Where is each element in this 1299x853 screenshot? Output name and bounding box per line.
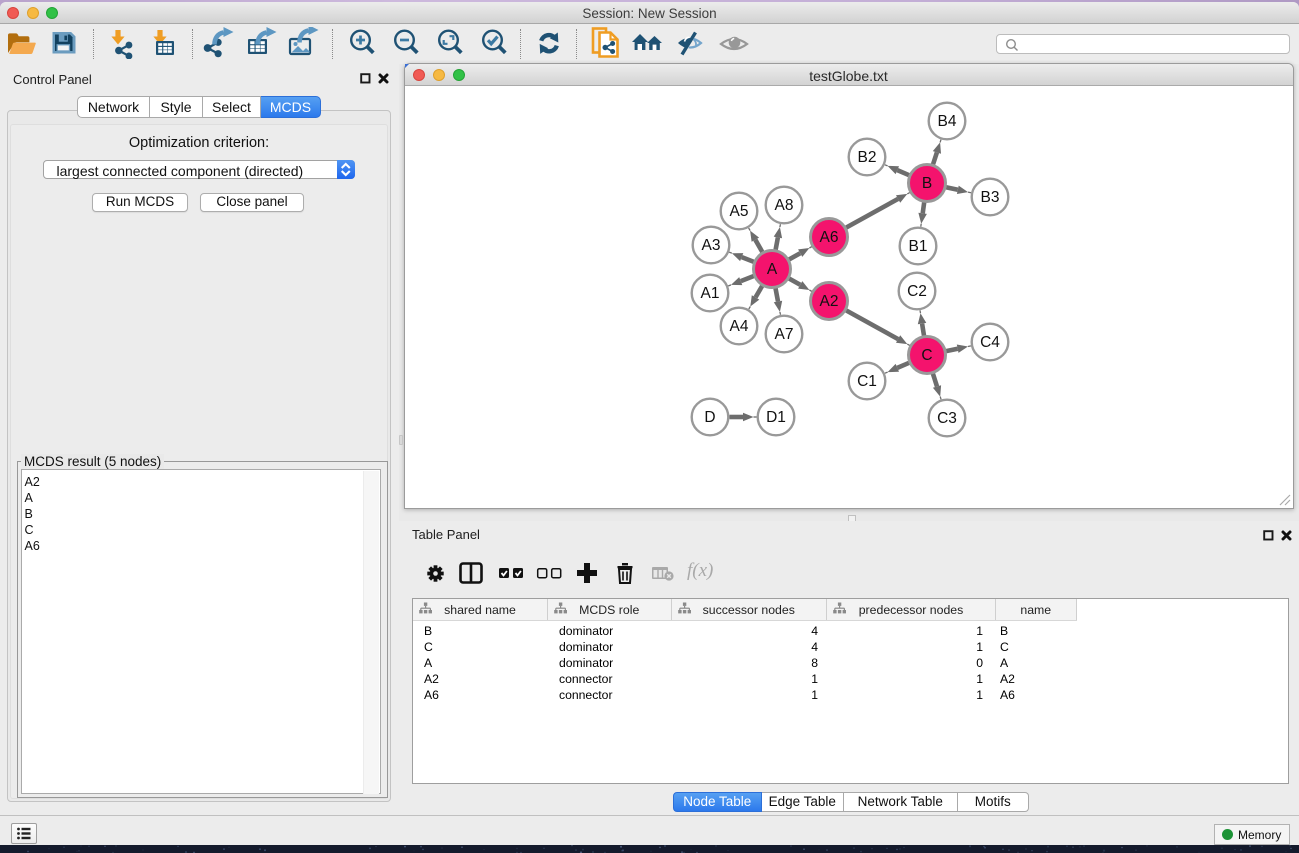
svg-text:C1: C1 — [857, 373, 877, 390]
svg-text:A5: A5 — [730, 203, 749, 220]
svg-text:C: C — [921, 347, 932, 364]
svg-text:D: D — [704, 409, 715, 426]
svg-text:C3: C3 — [937, 410, 957, 427]
svg-text:D1: D1 — [766, 409, 786, 426]
svg-text:A7: A7 — [775, 326, 794, 343]
svg-text:A4: A4 — [730, 318, 749, 335]
svg-text:A6: A6 — [820, 229, 839, 246]
svg-text:B1: B1 — [909, 238, 928, 255]
svg-text:A: A — [767, 261, 778, 278]
svg-text:A1: A1 — [701, 285, 720, 302]
svg-text:C4: C4 — [980, 334, 1000, 351]
svg-text:B2: B2 — [858, 149, 877, 166]
svg-text:B4: B4 — [938, 113, 957, 130]
svg-text:A2: A2 — [820, 293, 839, 310]
svg-text:C2: C2 — [907, 283, 927, 300]
svg-text:A8: A8 — [775, 197, 794, 214]
svg-text:B3: B3 — [981, 189, 1000, 206]
svg-text:A3: A3 — [702, 237, 721, 254]
svg-text:B: B — [922, 175, 932, 192]
